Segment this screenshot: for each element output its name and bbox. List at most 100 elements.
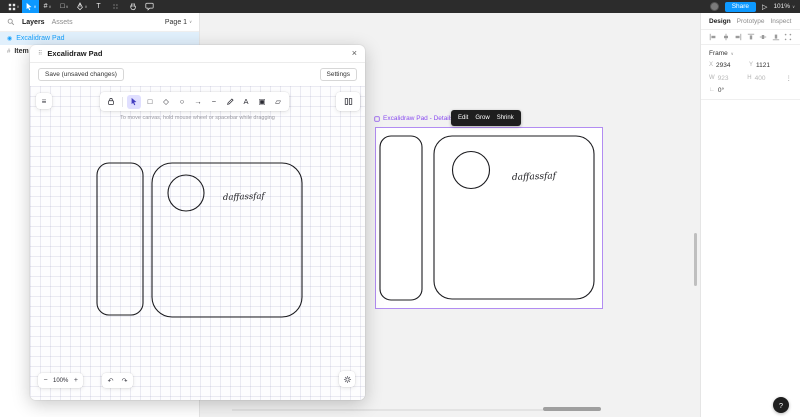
x-label: X bbox=[709, 62, 714, 68]
y-field[interactable]: Y 1121 bbox=[749, 62, 789, 69]
text-icon: T bbox=[96, 3, 101, 10]
chevron-down-icon: ∨ bbox=[33, 3, 37, 9]
main-menu-button[interactable]: ∨ bbox=[5, 0, 22, 13]
excalidraw-details-frame[interactable]: daffassfaf bbox=[375, 127, 603, 309]
alignment-toolbar bbox=[701, 30, 800, 45]
frame-title[interactable]: Excalidraw Pad - Details bbox=[374, 115, 453, 122]
zoom-value: 101% bbox=[773, 3, 791, 10]
text-tool-button[interactable]: T bbox=[90, 0, 107, 13]
width-field[interactable]: W 923 bbox=[709, 75, 747, 82]
align-left-icon[interactable] bbox=[709, 33, 717, 41]
undo-button[interactable]: ↶ bbox=[106, 377, 115, 385]
chevron-down-icon: ∨ bbox=[65, 3, 69, 9]
user-avatar[interactable] bbox=[709, 2, 719, 11]
canvas-zoom-menu[interactable]: 101% ∨ bbox=[773, 3, 795, 10]
tab-inspect[interactable]: Inspect bbox=[771, 18, 792, 25]
zoom-level[interactable]: 100% bbox=[53, 378, 68, 384]
frame-layer-icon: # bbox=[7, 48, 11, 55]
modal-title: Excalidraw Pad bbox=[47, 49, 103, 58]
inspector-panel: Design Prototype Inspect Frame ∨ X 2934 bbox=[700, 13, 800, 417]
layer-row-excalidraw-pad[interactable]: ◉ Excalidraw Pad bbox=[0, 32, 199, 45]
zoom-controls: − 100% + bbox=[38, 373, 84, 388]
page-selector[interactable]: Page 1 ∨ bbox=[165, 19, 192, 26]
frame-title-text: Excalidraw Pad - Details bbox=[383, 115, 454, 122]
pen-tool-button[interactable]: ∨ bbox=[73, 0, 90, 13]
save-button[interactable]: Save (unsaved changes) bbox=[38, 68, 124, 81]
chevron-down-icon: ∨ bbox=[16, 3, 20, 9]
frame-section-header[interactable]: Frame ∨ bbox=[709, 50, 792, 57]
grow-button[interactable]: Grow bbox=[475, 115, 489, 121]
y-label: Y bbox=[749, 62, 754, 68]
widget-icon bbox=[374, 115, 380, 122]
help-button[interactable]: ? bbox=[773, 397, 789, 413]
layer-name: Item bbox=[14, 48, 29, 55]
settings-button[interactable]: Settings bbox=[319, 68, 357, 81]
align-right-icon[interactable] bbox=[734, 33, 742, 41]
excalidraw-modal: ⠿ Excalidraw Pad × Save (unsaved changes… bbox=[30, 45, 365, 400]
tab-layers[interactable]: Layers bbox=[22, 19, 45, 26]
comment-tool-button[interactable] bbox=[141, 0, 158, 13]
shape-tool-button[interactable]: □ ∨ bbox=[56, 0, 73, 13]
drag-handle-icon[interactable]: ⠿ bbox=[38, 50, 42, 57]
share-button[interactable]: Share bbox=[724, 1, 757, 12]
figma-toolbar: ∨ ∨ # ∨ □ ∨ ∨ T ∷ Share ▷ 101% ∨ bbox=[0, 0, 800, 13]
h-label: H bbox=[747, 74, 752, 81]
position-row: X 2934 Y 1121 bbox=[709, 62, 792, 69]
horizontal-scrollbar-track bbox=[232, 409, 543, 411]
hand-icon bbox=[129, 2, 136, 11]
chevron-down-icon: ∨ bbox=[48, 3, 52, 9]
excalidraw-drawing[interactable]: daffassfaf bbox=[30, 86, 365, 400]
main-menu-icon bbox=[8, 3, 15, 10]
comment-icon bbox=[145, 2, 154, 11]
w-value: 923 bbox=[717, 74, 729, 82]
w-label: W bbox=[709, 74, 715, 81]
align-top-icon[interactable] bbox=[747, 33, 755, 41]
layers-panel-header: Layers Assets Page 1 ∨ bbox=[0, 13, 199, 32]
chevron-down-icon: ∨ bbox=[189, 19, 192, 24]
horizontal-scrollbar[interactable] bbox=[543, 407, 601, 411]
svg-text:daffassfaf: daffassfaf bbox=[512, 171, 558, 183]
search-icon[interactable] bbox=[7, 18, 15, 26]
align-bottom-icon[interactable] bbox=[772, 33, 780, 41]
kebab-menu-icon[interactable]: ⋮ bbox=[786, 74, 793, 82]
canvas-settings-button[interactable] bbox=[339, 371, 355, 387]
y-value: 1121 bbox=[756, 62, 770, 69]
zoom-in-button[interactable]: + bbox=[71, 377, 80, 384]
x-value: 2934 bbox=[716, 62, 731, 69]
tab-design[interactable]: Design bbox=[709, 18, 731, 25]
zoom-out-button[interactable]: − bbox=[41, 377, 50, 384]
cursor-icon bbox=[26, 2, 31, 11]
move-tool-button[interactable]: ∨ bbox=[22, 0, 39, 13]
shrink-button[interactable]: Shrink bbox=[497, 115, 514, 121]
height-field[interactable]: H 400 bbox=[747, 75, 785, 82]
modal-action-row: Save (unsaved changes) Settings bbox=[30, 63, 365, 86]
frame-drawing: daffassfaf bbox=[379, 135, 595, 301]
redo-button[interactable]: ↷ bbox=[120, 377, 129, 385]
excalidraw-canvas[interactable]: ≡ □ ◇ ○ → − A ▣ ▱ To move canvas, hold m… bbox=[30, 86, 365, 400]
history-controls: ↶ ↷ bbox=[102, 373, 133, 388]
resources-button[interactable]: ∷ bbox=[107, 0, 124, 13]
rotation-icon: ∟ bbox=[709, 87, 715, 93]
tidy-up-icon[interactable] bbox=[784, 33, 792, 41]
modal-header[interactable]: ⠿ Excalidraw Pad × bbox=[30, 45, 365, 63]
tab-prototype[interactable]: Prototype bbox=[737, 18, 765, 25]
rotation-field[interactable]: ∟ 0° bbox=[709, 87, 749, 94]
widget-context-toolbar: Edit Grow Shrink bbox=[451, 110, 521, 126]
inspector-tabs: Design Prototype Inspect bbox=[701, 13, 800, 30]
x-field[interactable]: X 2934 bbox=[709, 62, 749, 69]
tab-assets[interactable]: Assets bbox=[52, 19, 73, 26]
present-play-icon[interactable]: ▷ bbox=[762, 3, 767, 11]
close-icon[interactable]: × bbox=[352, 49, 357, 58]
edit-button[interactable]: Edit bbox=[458, 115, 468, 121]
align-vertical-center-icon[interactable] bbox=[759, 33, 767, 41]
svg-text:daffassfaf: daffassfaf bbox=[223, 191, 267, 203]
align-horizontal-center-icon[interactable] bbox=[722, 33, 730, 41]
hand-tool-button[interactable] bbox=[124, 0, 141, 13]
rotation-row: ∟ 0° bbox=[709, 87, 792, 94]
vertical-scrollbar[interactable] bbox=[694, 233, 697, 286]
gear-icon bbox=[343, 375, 351, 383]
pen-icon bbox=[76, 2, 83, 11]
frame-tool-button[interactable]: # ∨ bbox=[39, 0, 56, 13]
page-name: Page 1 bbox=[164, 18, 188, 26]
frame-icon: # bbox=[43, 3, 48, 10]
